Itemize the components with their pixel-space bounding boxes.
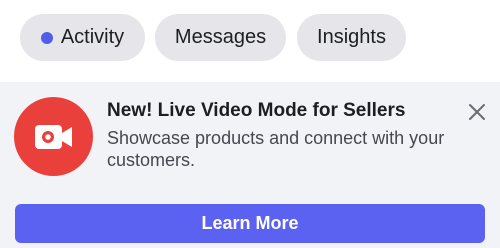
tab-insights[interactable]: Insights [297, 14, 406, 61]
banner-description: Showcase products and connect with your … [107, 128, 445, 170]
learn-more-button[interactable]: Learn More [15, 204, 485, 243]
tab-messages-label: Messages [174, 26, 267, 48]
tab-activity-label: Activity [60, 26, 125, 48]
tab-messages[interactable]: Messages [155, 14, 286, 61]
tab-insights-label: Insights [317, 26, 386, 48]
learn-more-label: Learn More [201, 213, 299, 233]
unread-dot [40, 31, 53, 44]
live-video-icon [14, 97, 93, 176]
tab-activity[interactable]: Activity [20, 14, 145, 61]
banner-title: New! Live Video Mode for Sellers [107, 100, 406, 121]
close-icon[interactable] [463, 98, 491, 126]
filter-tabs: Activity Messages Insights [0, 0, 500, 82]
promo-banner: New! Live Video Mode for Sellers Showcas… [0, 82, 500, 248]
